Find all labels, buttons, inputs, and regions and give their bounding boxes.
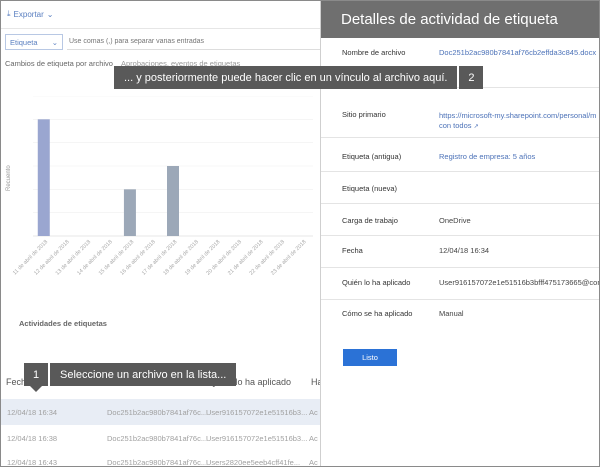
file-name-value: Doc251b2ac980b7841af76cb2effda3c845.docx bbox=[439, 48, 597, 57]
callout-step-1-number: 1 bbox=[24, 363, 48, 386]
table-row[interactable]: 12/04/18 16:38 Doc251b2ac980b7841af76c..… bbox=[1, 425, 321, 451]
applied-by-value: User916157072e1e51516b3bfff475173665@con… bbox=[439, 278, 600, 287]
primary-site-link-cont[interactable]: con todos ↗ bbox=[439, 121, 479, 130]
export-bar: ⤓ Exportar ⌄ bbox=[1, 1, 321, 29]
how-applied-value: Manual bbox=[439, 309, 464, 318]
detail-key: Etiqueta (antigua) bbox=[342, 152, 402, 161]
chart-bar[interactable] bbox=[167, 166, 179, 236]
row-extra: Ac bbox=[309, 408, 318, 417]
detail-row-old-label: Etiqueta (antigua) Registro de empresa: … bbox=[321, 138, 599, 172]
chevron-down-icon: ⌄ bbox=[51, 37, 58, 47]
old-label-link[interactable]: Registro de empresa: 5 años bbox=[439, 152, 535, 161]
label-filter-select[interactable]: Etiqueta ⌄ bbox=[5, 34, 63, 50]
detail-key: Fecha bbox=[342, 246, 363, 255]
table-row[interactable]: 12/04/18 16:43 Doc251b2ac980b7841af76c..… bbox=[1, 449, 321, 467]
tab-label-changes[interactable]: Cambios de etiqueta por archivo bbox=[5, 59, 113, 68]
detail-row-primary-site: Sitio primario https://microsoft-my.shar… bbox=[321, 98, 599, 138]
row-date: 12/04/18 16:38 bbox=[7, 434, 58, 443]
external-link-icon: ↗ bbox=[473, 124, 479, 130]
detail-row-applied-by: Quién lo ha aplicado User916157072e1e515… bbox=[321, 268, 600, 300]
table-row[interactable]: 12/04/18 16:34 Doc251b2ac980b7841af76c..… bbox=[1, 399, 321, 425]
search-input[interactable] bbox=[67, 34, 321, 50]
callout-pointer bbox=[29, 385, 43, 392]
workload-value: OneDrive bbox=[439, 216, 471, 225]
primary-site-link[interactable]: https://microsoft-my.sharepoint.com/pers… bbox=[439, 111, 596, 120]
detail-row-workload: Carga de trabajo OneDrive bbox=[321, 204, 599, 236]
chart-x-tick-label: 11 de abril de 2018 bbox=[12, 239, 49, 276]
chevron-down-icon: ⌄ bbox=[46, 9, 54, 19]
file-name-link[interactable]: Doc251b2ac980b7841af76cb2effda3c845.docx… bbox=[439, 48, 599, 57]
label-changes-chart: Recuento 11 de abril de 201812 de abril … bbox=[6, 96, 313, 277]
row-extra: Ac bbox=[309, 458, 318, 467]
panel-header: Detalles de actividad de etiqueta bbox=[321, 1, 599, 38]
chart-y-axis-label: Recuento bbox=[6, 165, 12, 191]
callout-step-1: 1 Seleccione un archivo en la lista... bbox=[24, 363, 237, 386]
detail-key: Cómo se ha aplicado bbox=[342, 309, 413, 318]
callout-step-2-text: ... y posteriormente puede hacer clic en… bbox=[114, 66, 458, 89]
detail-key: Quién lo ha aplicado bbox=[342, 278, 411, 287]
row-date: 12/04/18 16:43 bbox=[7, 458, 58, 467]
row-file: Doc251b2ac980b7841af76c... bbox=[107, 408, 208, 417]
panel-title: Detalles de actividad de etiqueta bbox=[341, 11, 558, 28]
detail-key: Carga de trabajo bbox=[342, 216, 398, 225]
callout-step-2-number: 2 bbox=[459, 66, 484, 89]
chart-bar[interactable] bbox=[37, 119, 50, 236]
callout-step-1-text: Seleccione un archivo en la lista... bbox=[50, 363, 237, 386]
screenshot-frame: ⤓ Exportar ⌄ Etiqueta ⌄ Cambios de etiqu… bbox=[0, 0, 600, 467]
label-filter-value: Etiqueta bbox=[10, 37, 38, 47]
detail-row-how-applied: Cómo se ha aplicado Manual bbox=[321, 300, 599, 332]
date-value: 12/04/18 16:34 bbox=[439, 246, 490, 255]
row-user: User916157072e1e51516b3... bbox=[206, 408, 308, 417]
download-icon: ⤓ bbox=[7, 9, 11, 18]
done-button[interactable]: Listo bbox=[343, 349, 397, 366]
row-file: Doc251b2ac980b7841af76c... bbox=[107, 434, 208, 443]
detail-key: Sitio primario bbox=[342, 110, 386, 119]
detail-row-date: Fecha 12/04/18 16:34 bbox=[321, 236, 599, 268]
detail-key: Etiqueta (nueva) bbox=[342, 184, 398, 193]
row-date: 12/04/18 16:34 bbox=[7, 408, 58, 417]
row-extra: Ac bbox=[309, 434, 318, 443]
detail-key: Nombre de archivo bbox=[342, 48, 406, 57]
row-file: Doc251b2ac980b7841af76c... bbox=[107, 458, 208, 467]
row-user: Users2820ee5eeb4cff41fe... bbox=[206, 458, 301, 467]
export-label: Exportar bbox=[13, 9, 44, 19]
row-user: User916157072e1e51516b3... bbox=[206, 434, 308, 443]
callout-step-2: ... y posteriormente puede hacer clic en… bbox=[114, 66, 484, 89]
activity-title: Actividades de etiquetas bbox=[19, 319, 107, 328]
chart-bar[interactable] bbox=[123, 189, 136, 236]
detail-row-new-label: Etiqueta (nueva) bbox=[321, 172, 599, 204]
filter-row: Etiqueta ⌄ bbox=[1, 33, 321, 51]
primary-site-value2: con todos bbox=[439, 121, 472, 130]
export-button[interactable]: ⤓ Exportar ⌄ bbox=[7, 9, 53, 19]
